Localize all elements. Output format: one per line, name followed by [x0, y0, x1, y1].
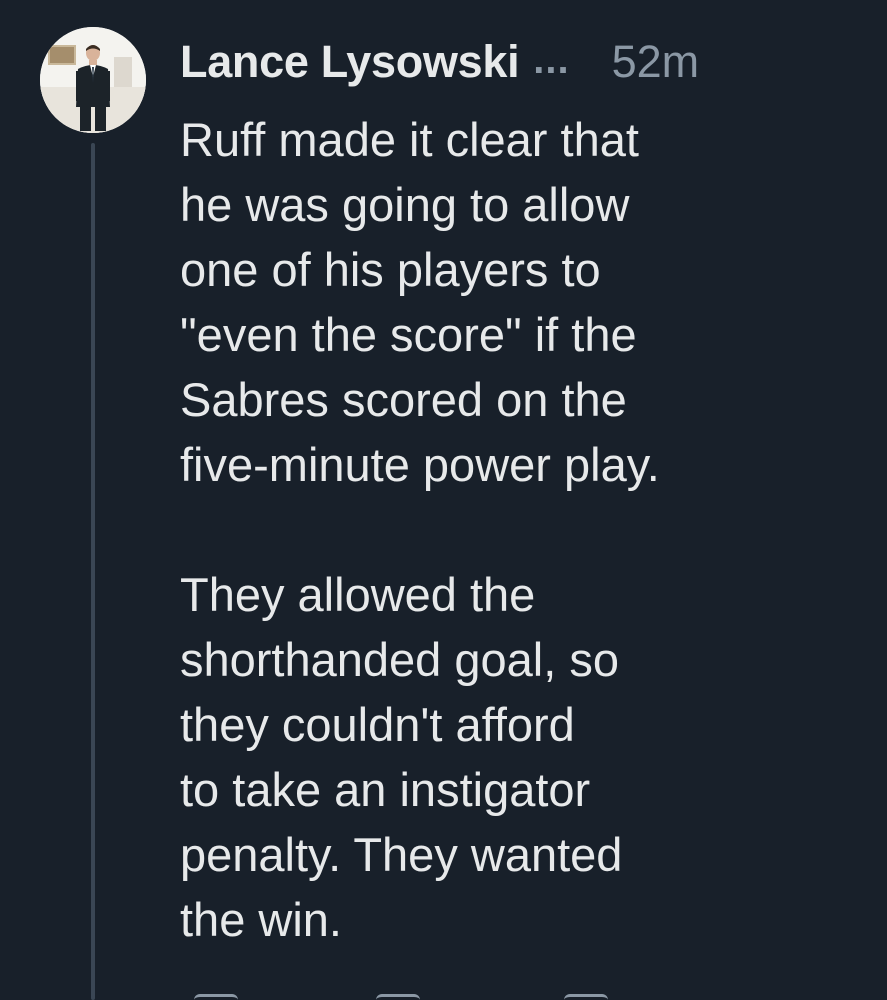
repost-icon[interactable]	[376, 994, 420, 1000]
action-bar	[180, 988, 840, 1000]
avatar-photo	[40, 27, 146, 133]
post-paragraph: They allowed the shorthanded goal, so th…	[180, 568, 623, 946]
thread-connector-line	[91, 143, 95, 1000]
like-icon[interactable]	[564, 994, 608, 1000]
author-name[interactable]: Lance Lysowski	[180, 36, 520, 88]
post-paragraph: Ruff made it clear that he was going to …	[180, 113, 660, 491]
reply-icon[interactable]	[194, 994, 238, 1000]
author-avatar[interactable]	[40, 27, 146, 133]
post-timestamp[interactable]: 52m	[612, 36, 700, 88]
post-header: Lance Lysowski ... 52m	[180, 30, 867, 94]
more-options-icon[interactable]: ...	[533, 40, 569, 80]
post-body: Ruff made it clear that he was going to …	[180, 107, 860, 952]
thread-view: Lance Lysowski ... 52m Ruff made it clea…	[0, 0, 887, 1000]
